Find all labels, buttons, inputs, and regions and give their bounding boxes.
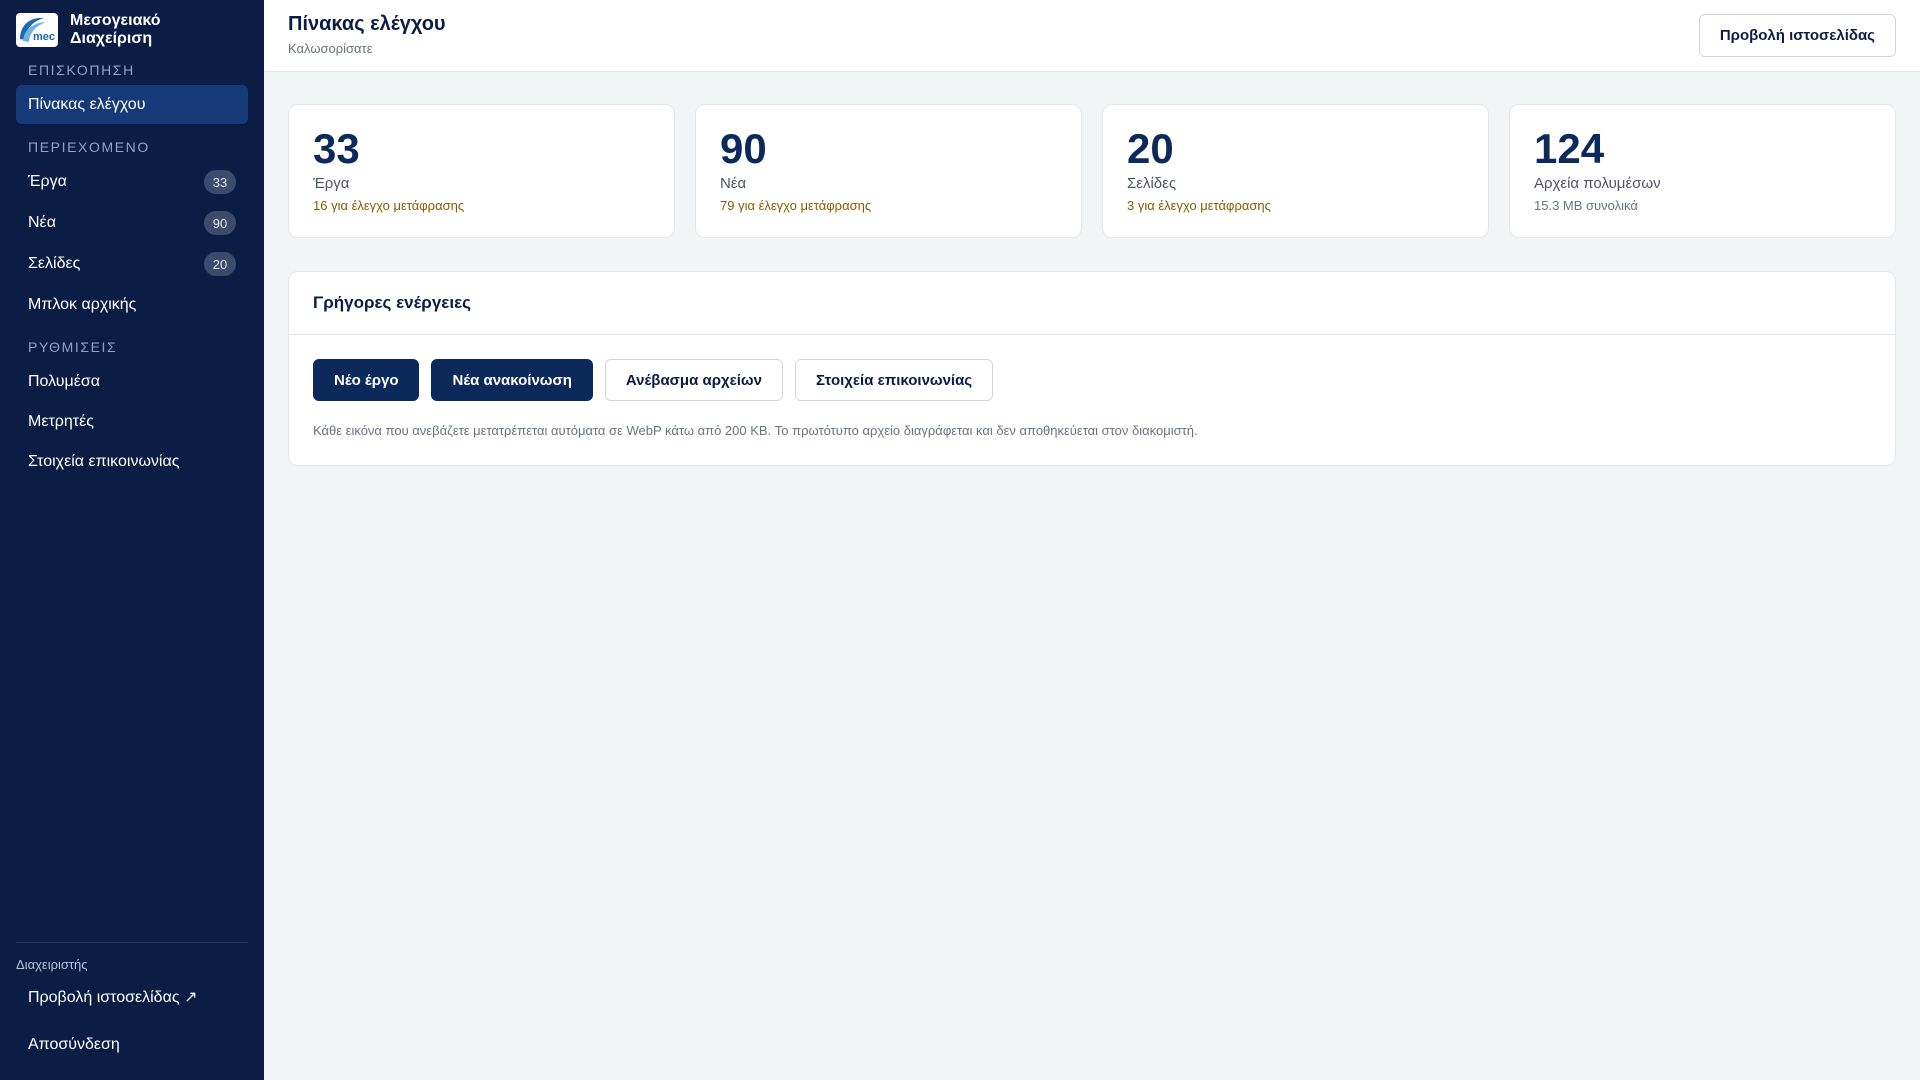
stat-card-media[interactable]: 124 Αρχεία πολυμέσων 15.3 MB συνολικά bbox=[1509, 104, 1896, 238]
new-project-button[interactable]: Νέο έργο bbox=[313, 359, 420, 401]
sidebar-item-label: Μπλοκ αρχικής bbox=[28, 295, 137, 313]
new-announcement-button[interactable]: Νέα ανακοίνωση bbox=[431, 359, 593, 401]
section-label-content: ΠΕΡΙΕΧΟΜΕΝΟ bbox=[28, 139, 150, 155]
brand-logo-icon: mec bbox=[16, 13, 58, 47]
sidebar-item-label: Έργα bbox=[28, 172, 67, 190]
upload-files-button[interactable]: Ανέβασμα αρχείων bbox=[604, 359, 783, 401]
brand[interactable]: mec Μεσογειακό Διαχείριση bbox=[16, 12, 161, 48]
count-badge: 33 bbox=[204, 170, 236, 194]
sidebar-view-site-link[interactable]: Προβολή ιστοσελίδας ↗ bbox=[16, 977, 248, 1016]
page-subtitle: Καλωσορίσατε bbox=[288, 41, 373, 56]
sidebar-item-projects[interactable]: Έργα 33 bbox=[16, 162, 248, 201]
sidebar: mec Μεσογειακό Διαχείριση ΕΠΙΣΚΟΠΗΣΗ Πίν… bbox=[0, 0, 264, 1080]
upload-info-note: Κάθε εικόνα που ανεβάζετε μετατρέπεται α… bbox=[313, 423, 1198, 438]
brand-name: Μεσογειακό Διαχείριση bbox=[70, 12, 161, 48]
stat-value: 33 bbox=[313, 125, 360, 172]
stat-note: 15.3 MB συνολικά bbox=[1534, 198, 1638, 213]
sidebar-item-label: Αποσύνδεση bbox=[28, 1035, 120, 1053]
sidebar-item-label: Προβολή ιστοσελίδας ↗ bbox=[28, 988, 198, 1006]
sidebar-item-label: Πολυμέσα bbox=[28, 372, 100, 390]
stat-value: 124 bbox=[1534, 125, 1605, 172]
topbar: Πίνακας ελέγχου Καλωσορίσατε Προβολή ιστ… bbox=[264, 0, 1920, 72]
sidebar-item-home-blocks[interactable]: Μπλοκ αρχικής bbox=[16, 285, 248, 324]
sidebar-item-label: Στοιχεία επικοινωνίας bbox=[28, 452, 180, 470]
stat-note: 79 για έλεγχο μετάφρασης bbox=[720, 198, 872, 213]
svg-text:mec: mec bbox=[33, 31, 55, 43]
brand-name-line1: Μεσογειακό bbox=[70, 12, 161, 29]
sidebar-item-media[interactable]: Πολυμέσα bbox=[16, 362, 248, 401]
page-title: Πίνακας ελέγχου bbox=[288, 13, 446, 35]
stat-note: 16 για έλεγχο μετάφρασης bbox=[313, 198, 465, 213]
stat-label: Νέα bbox=[720, 175, 747, 192]
quick-actions-buttons: Νέο έργο Νέα ανακοίνωση Ανέβασμα αρχείων… bbox=[313, 359, 994, 401]
stat-card-pages[interactable]: 20 Σελίδες 3 για έλεγχο μετάφρασης bbox=[1102, 104, 1489, 238]
stat-label: Σελίδες bbox=[1127, 175, 1177, 192]
count-badge: 20 bbox=[204, 252, 236, 276]
quick-actions-title: Γρήγορες ενέργειες bbox=[289, 272, 1895, 335]
stat-value: 20 bbox=[1127, 125, 1174, 172]
sidebar-item-dashboard[interactable]: Πίνακας ελέγχου bbox=[16, 85, 248, 124]
sidebar-item-pages[interactable]: Σελίδες 20 bbox=[16, 244, 248, 283]
stat-label: Αρχεία πολυμέσων bbox=[1534, 175, 1661, 192]
brand-name-line2: Διαχείριση bbox=[70, 30, 153, 47]
sidebar-item-news[interactable]: Νέα 90 bbox=[16, 203, 248, 242]
sidebar-item-counters[interactable]: Μετρητές bbox=[16, 402, 248, 441]
sidebar-item-contact[interactable]: Στοιχεία επικοινωνίας bbox=[16, 442, 248, 481]
stat-value: 90 bbox=[720, 125, 767, 172]
sidebar-item-label: Μετρητές bbox=[28, 412, 94, 430]
stat-card-news[interactable]: 90 Νέα 79 για έλεγχο μετάφρασης bbox=[695, 104, 1082, 238]
sidebar-item-label: Πίνακας ελέγχου bbox=[28, 95, 146, 113]
logout-link[interactable]: Αποσύνδεση bbox=[16, 1025, 248, 1064]
sidebar-divider bbox=[16, 942, 248, 943]
sidebar-item-label: Σελίδες bbox=[28, 254, 81, 272]
stat-label: Έργα bbox=[313, 175, 350, 192]
quick-actions-panel: Γρήγορες ενέργειες Νέο έργο Νέα ανακοίνω… bbox=[288, 271, 1896, 466]
section-label-settings: ΡΥΘΜΙΣΕΙΣ bbox=[28, 339, 118, 355]
count-badge: 90 bbox=[204, 211, 236, 235]
sidebar-item-label: Νέα bbox=[28, 213, 56, 231]
stat-note: 3 για έλεγχο μετάφρασης bbox=[1127, 198, 1271, 213]
stat-card-projects[interactable]: 33 Έργα 16 για έλεγχο μετάφρασης bbox=[288, 104, 675, 238]
contact-info-button[interactable]: Στοιχεία επικοινωνίας bbox=[794, 359, 994, 401]
view-site-button[interactable]: Προβολή ιστοσελίδας bbox=[1698, 14, 1896, 57]
stats-row: 33 Έργα 16 για έλεγχο μετάφρασης 90 Νέα … bbox=[288, 104, 1896, 238]
section-label-overview: ΕΠΙΣΚΟΠΗΣΗ bbox=[28, 62, 135, 78]
user-role: Διαχειριστής bbox=[16, 957, 88, 972]
